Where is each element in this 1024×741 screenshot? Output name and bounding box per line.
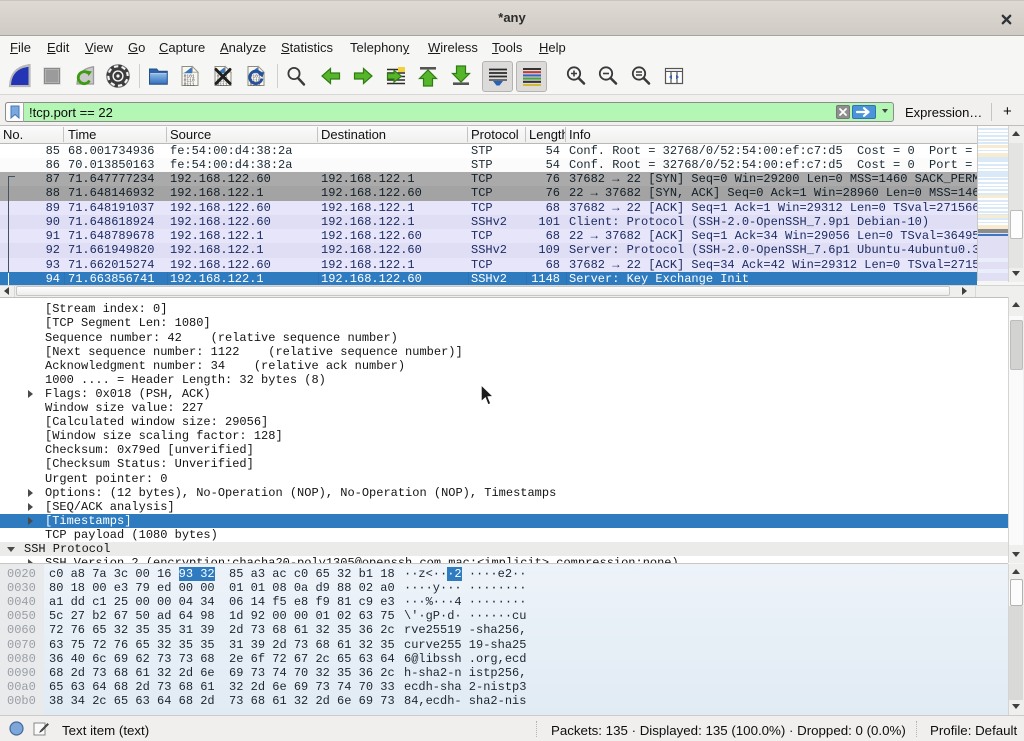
svg-text:0111: 0111 xyxy=(184,82,195,88)
